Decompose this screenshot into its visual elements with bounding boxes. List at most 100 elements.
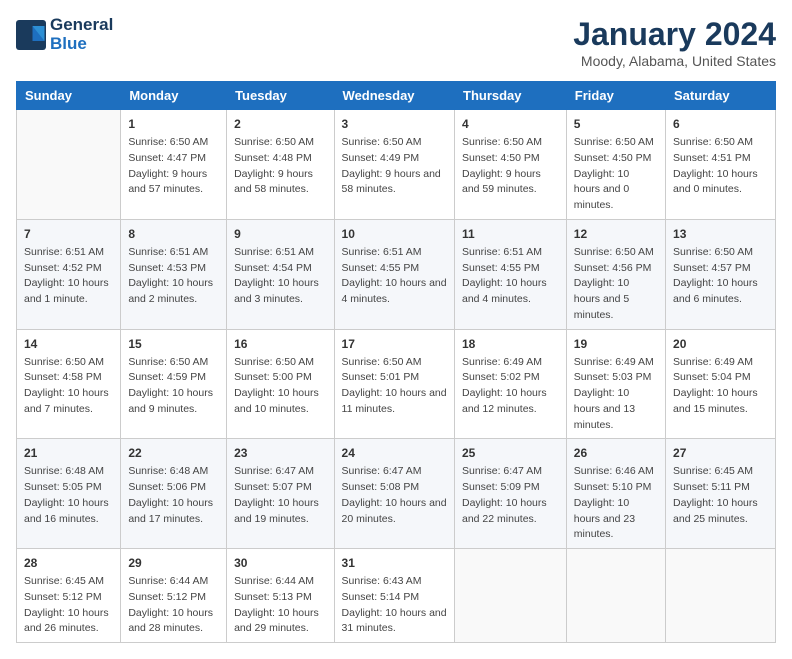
sunset-text: Sunset: 5:13 PM bbox=[234, 590, 326, 606]
day-number: 22 bbox=[128, 444, 219, 462]
sunrise-text: Sunrise: 6:51 AM bbox=[342, 245, 447, 261]
sunset-text: Sunset: 4:58 PM bbox=[24, 370, 113, 386]
daylight-text: Daylight: 10 hours and 0 minutes. bbox=[574, 167, 658, 214]
daylight-text: Daylight: 9 hours and 58 minutes. bbox=[234, 167, 326, 199]
week-row-4: 21Sunrise: 6:48 AMSunset: 5:05 PMDayligh… bbox=[17, 439, 776, 549]
sunset-text: Sunset: 4:50 PM bbox=[462, 151, 559, 167]
sunset-text: Sunset: 4:50 PM bbox=[574, 151, 658, 167]
sunrise-text: Sunrise: 6:50 AM bbox=[234, 355, 326, 371]
calendar-cell: 8Sunrise: 6:51 AMSunset: 4:53 PMDaylight… bbox=[121, 219, 227, 329]
day-number: 27 bbox=[673, 444, 768, 462]
daylight-text: Daylight: 10 hours and 11 minutes. bbox=[342, 386, 447, 418]
calendar-cell: 7Sunrise: 6:51 AMSunset: 4:52 PMDaylight… bbox=[17, 219, 121, 329]
calendar-cell: 30Sunrise: 6:44 AMSunset: 5:13 PMDayligh… bbox=[227, 549, 334, 643]
sunset-text: Sunset: 5:12 PM bbox=[128, 590, 219, 606]
sunset-text: Sunset: 5:01 PM bbox=[342, 370, 447, 386]
sunset-text: Sunset: 5:09 PM bbox=[462, 480, 559, 496]
calendar-cell: 1Sunrise: 6:50 AMSunset: 4:47 PMDaylight… bbox=[121, 110, 227, 220]
sunset-text: Sunset: 5:10 PM bbox=[574, 480, 658, 496]
day-number: 26 bbox=[574, 444, 658, 462]
calendar-cell: 15Sunrise: 6:50 AMSunset: 4:59 PMDayligh… bbox=[121, 329, 227, 439]
sunset-text: Sunset: 4:51 PM bbox=[673, 151, 768, 167]
daylight-text: Daylight: 10 hours and 2 minutes. bbox=[128, 276, 219, 308]
day-number: 1 bbox=[128, 115, 219, 133]
week-row-2: 7Sunrise: 6:51 AMSunset: 4:52 PMDaylight… bbox=[17, 219, 776, 329]
day-number: 8 bbox=[128, 225, 219, 243]
calendar-cell: 20Sunrise: 6:49 AMSunset: 5:04 PMDayligh… bbox=[666, 329, 776, 439]
daylight-text: Daylight: 10 hours and 4 minutes. bbox=[342, 276, 447, 308]
sunset-text: Sunset: 4:54 PM bbox=[234, 261, 326, 277]
daylight-text: Daylight: 10 hours and 3 minutes. bbox=[234, 276, 326, 308]
header-day-thursday: Thursday bbox=[455, 82, 567, 110]
day-number: 6 bbox=[673, 115, 768, 133]
calendar-header-right: January 2024 Moody, Alabama, United Stat… bbox=[573, 16, 776, 69]
sunrise-text: Sunrise: 6:51 AM bbox=[234, 245, 326, 261]
sunset-text: Sunset: 5:07 PM bbox=[234, 480, 326, 496]
sunrise-text: Sunrise: 6:45 AM bbox=[24, 574, 113, 590]
day-number: 19 bbox=[574, 335, 658, 353]
daylight-text: Daylight: 10 hours and 5 minutes. bbox=[574, 276, 658, 323]
sunrise-text: Sunrise: 6:50 AM bbox=[128, 135, 219, 151]
week-row-3: 14Sunrise: 6:50 AMSunset: 4:58 PMDayligh… bbox=[17, 329, 776, 439]
sunset-text: Sunset: 5:02 PM bbox=[462, 370, 559, 386]
calendar-cell: 6Sunrise: 6:50 AMSunset: 4:51 PMDaylight… bbox=[666, 110, 776, 220]
day-number: 14 bbox=[24, 335, 113, 353]
daylight-text: Daylight: 10 hours and 15 minutes. bbox=[673, 386, 768, 418]
sunset-text: Sunset: 4:53 PM bbox=[128, 261, 219, 277]
sunrise-text: Sunrise: 6:48 AM bbox=[128, 464, 219, 480]
calendar-cell: 16Sunrise: 6:50 AMSunset: 5:00 PMDayligh… bbox=[227, 329, 334, 439]
day-number: 5 bbox=[574, 115, 658, 133]
daylight-text: Daylight: 10 hours and 28 minutes. bbox=[128, 606, 219, 638]
sunrise-text: Sunrise: 6:47 AM bbox=[234, 464, 326, 480]
daylight-text: Daylight: 10 hours and 17 minutes. bbox=[128, 496, 219, 528]
day-number: 25 bbox=[462, 444, 559, 462]
daylight-text: Daylight: 10 hours and 22 minutes. bbox=[462, 496, 559, 528]
calendar-cell bbox=[566, 549, 665, 643]
sunrise-text: Sunrise: 6:47 AM bbox=[462, 464, 559, 480]
day-number: 21 bbox=[24, 444, 113, 462]
calendar-cell: 24Sunrise: 6:47 AMSunset: 5:08 PMDayligh… bbox=[334, 439, 454, 549]
sunrise-text: Sunrise: 6:50 AM bbox=[673, 135, 768, 151]
calendar-cell bbox=[666, 549, 776, 643]
day-number: 4 bbox=[462, 115, 559, 133]
calendar-cell: 3Sunrise: 6:50 AMSunset: 4:49 PMDaylight… bbox=[334, 110, 454, 220]
sunrise-text: Sunrise: 6:50 AM bbox=[673, 245, 768, 261]
daylight-text: Daylight: 10 hours and 1 minute. bbox=[24, 276, 113, 308]
calendar-cell bbox=[17, 110, 121, 220]
calendar-cell: 19Sunrise: 6:49 AMSunset: 5:03 PMDayligh… bbox=[566, 329, 665, 439]
day-number: 23 bbox=[234, 444, 326, 462]
calendar-cell: 29Sunrise: 6:44 AMSunset: 5:12 PMDayligh… bbox=[121, 549, 227, 643]
daylight-text: Daylight: 10 hours and 31 minutes. bbox=[342, 606, 447, 638]
sunset-text: Sunset: 5:11 PM bbox=[673, 480, 768, 496]
header-row: SundayMondayTuesdayWednesdayThursdayFrid… bbox=[17, 82, 776, 110]
sunset-text: Sunset: 5:14 PM bbox=[342, 590, 447, 606]
sunrise-text: Sunrise: 6:50 AM bbox=[342, 135, 447, 151]
calendar-cell: 10Sunrise: 6:51 AMSunset: 4:55 PMDayligh… bbox=[334, 219, 454, 329]
day-number: 3 bbox=[342, 115, 447, 133]
day-number: 13 bbox=[673, 225, 768, 243]
daylight-text: Daylight: 10 hours and 7 minutes. bbox=[24, 386, 113, 418]
calendar-cell: 27Sunrise: 6:45 AMSunset: 5:11 PMDayligh… bbox=[666, 439, 776, 549]
sunrise-text: Sunrise: 6:50 AM bbox=[574, 135, 658, 151]
daylight-text: Daylight: 10 hours and 6 minutes. bbox=[673, 276, 768, 308]
day-number: 12 bbox=[574, 225, 658, 243]
calendar-cell: 11Sunrise: 6:51 AMSunset: 4:55 PMDayligh… bbox=[455, 219, 567, 329]
sunset-text: Sunset: 4:48 PM bbox=[234, 151, 326, 167]
sunrise-text: Sunrise: 6:50 AM bbox=[574, 245, 658, 261]
sunset-text: Sunset: 4:52 PM bbox=[24, 261, 113, 277]
sunrise-text: Sunrise: 6:50 AM bbox=[234, 135, 326, 151]
sunset-text: Sunset: 4:49 PM bbox=[342, 151, 447, 167]
header-day-wednesday: Wednesday bbox=[334, 82, 454, 110]
sunrise-text: Sunrise: 6:43 AM bbox=[342, 574, 447, 590]
calendar-cell bbox=[455, 549, 567, 643]
day-number: 24 bbox=[342, 444, 447, 462]
sunrise-text: Sunrise: 6:44 AM bbox=[128, 574, 219, 590]
logo-icon bbox=[16, 20, 46, 50]
header-day-monday: Monday bbox=[121, 82, 227, 110]
sunset-text: Sunset: 4:55 PM bbox=[462, 261, 559, 277]
sunrise-text: Sunrise: 6:51 AM bbox=[24, 245, 113, 261]
calendar-cell: 28Sunrise: 6:45 AMSunset: 5:12 PMDayligh… bbox=[17, 549, 121, 643]
sunrise-text: Sunrise: 6:50 AM bbox=[342, 355, 447, 371]
calendar-cell: 5 Sunrise: 6:50 AMSunset: 4:50 PMDaylight… bbox=[566, 110, 665, 220]
sunset-text: Sunset: 5:08 PM bbox=[342, 480, 447, 496]
